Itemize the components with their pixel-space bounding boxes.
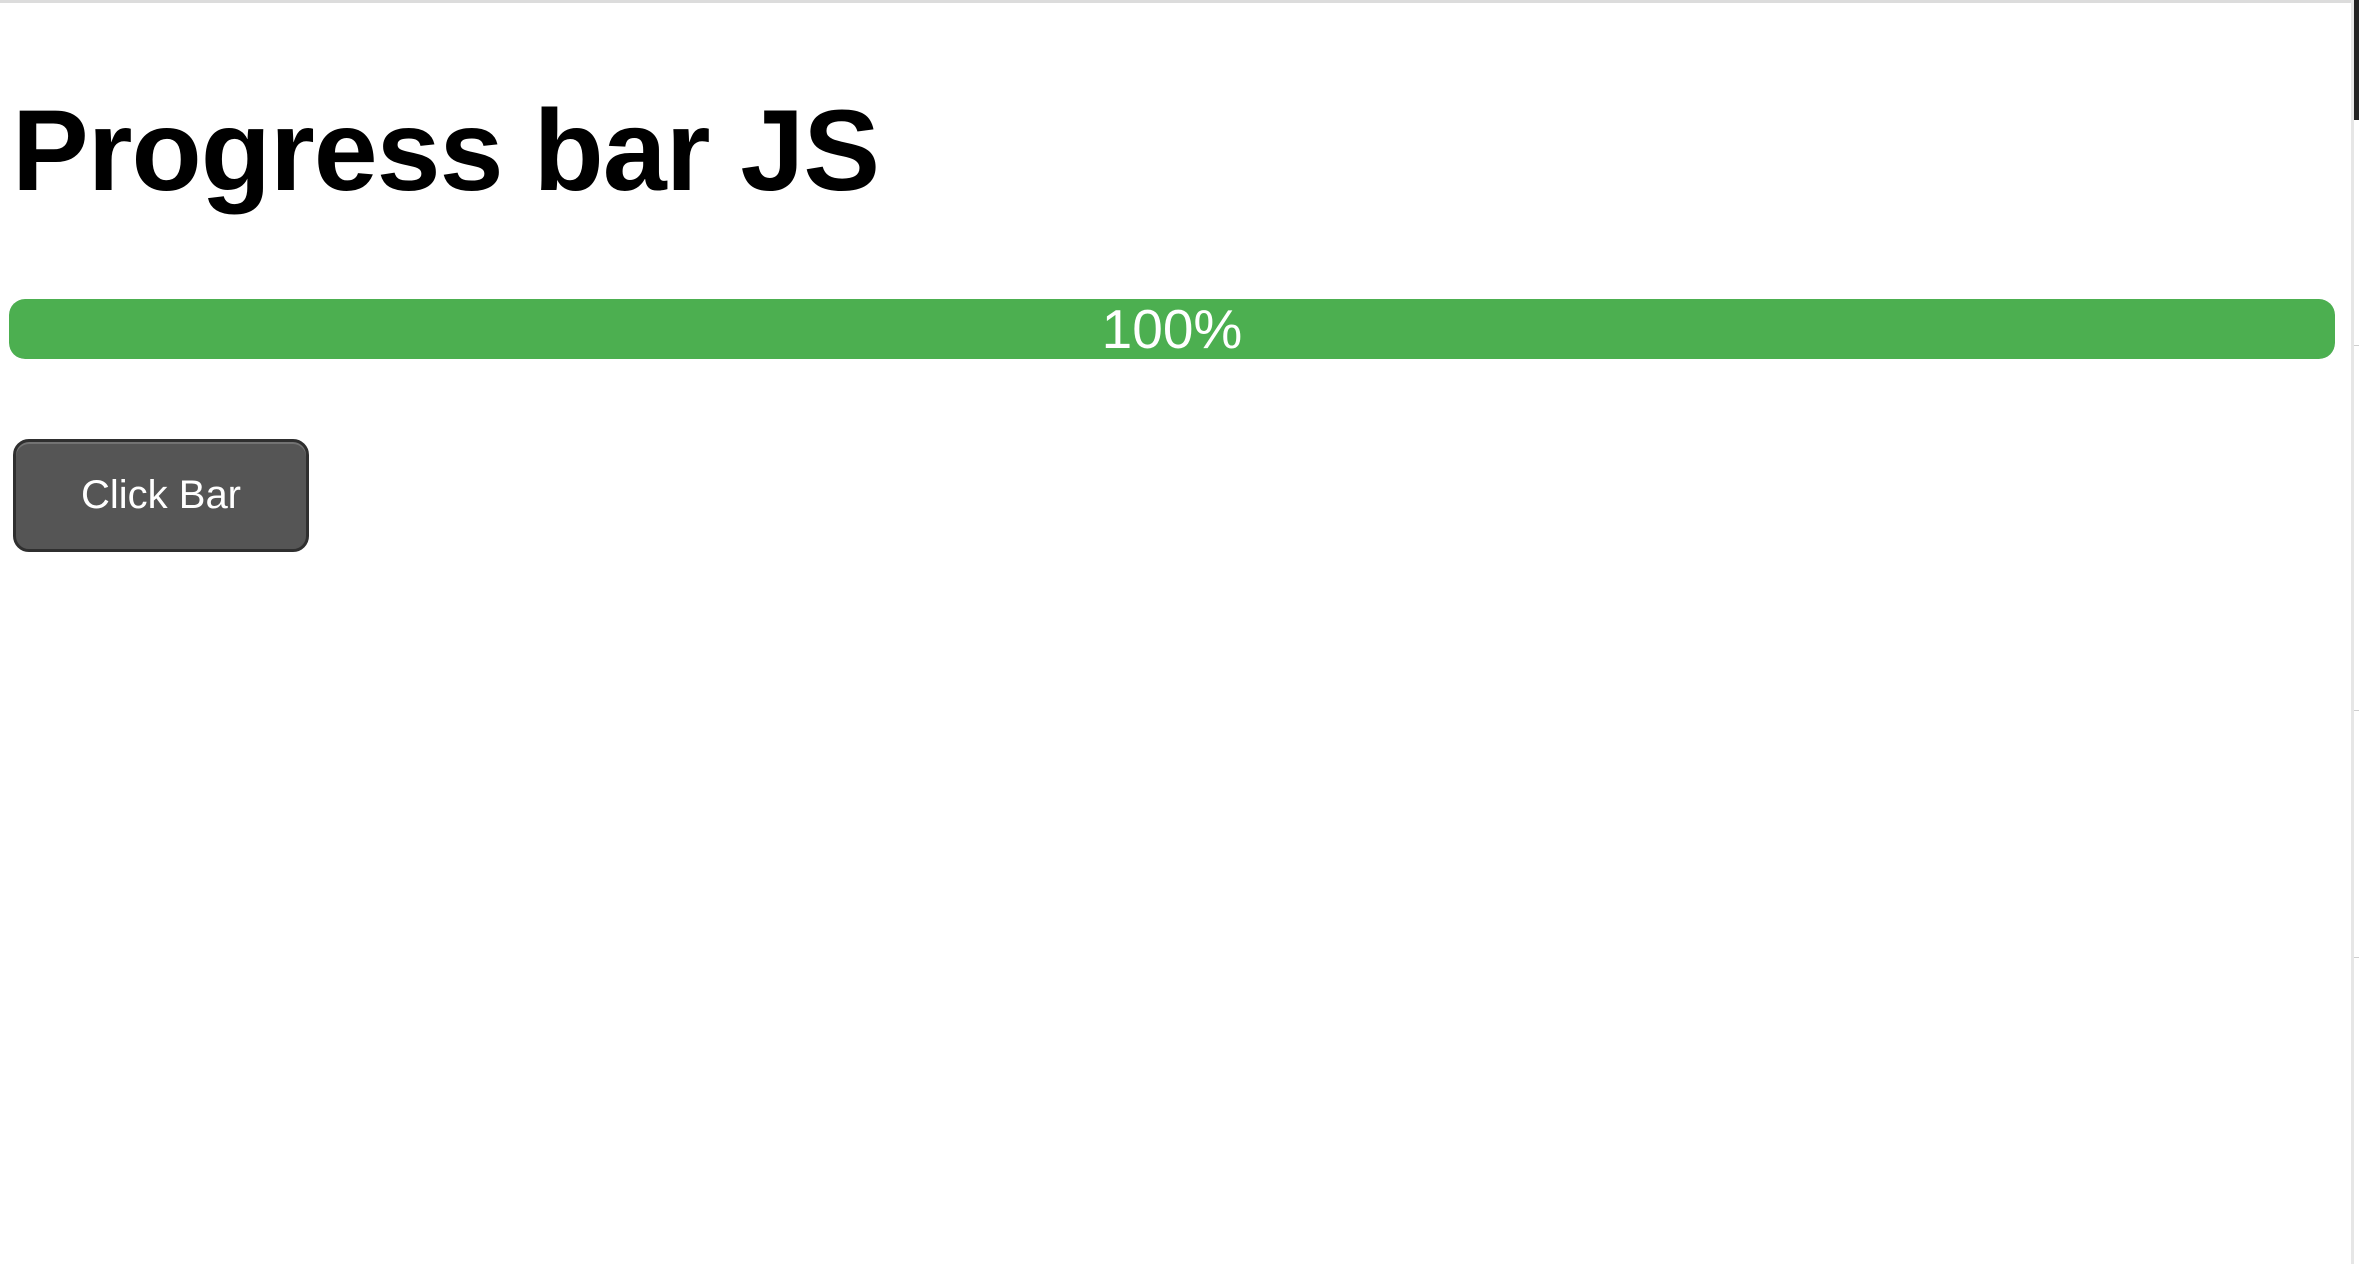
window-right-tick [2354, 345, 2359, 346]
window-right-edge [2351, 0, 2354, 1264]
progress-bar: 100% [9, 299, 2335, 359]
progress-bar-label: 100% [1101, 299, 1243, 359]
window-right-edge-handle [2354, 0, 2359, 120]
click-bar-button[interactable]: Click Bar [13, 439, 309, 552]
page-title: Progress bar JS [12, 87, 880, 215]
window-top-border [0, 0, 2351, 3]
window-right-tick [2354, 957, 2359, 958]
window-right-tick [2354, 710, 2359, 711]
